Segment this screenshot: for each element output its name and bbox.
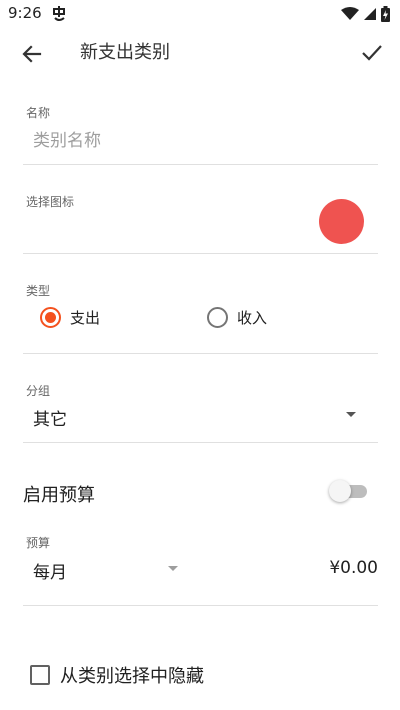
save-button[interactable] [358,39,386,67]
hide-from-selection-row[interactable]: 从类别选择中隐藏 [30,662,204,688]
group-label: 分组 [26,384,51,398]
status-icons [341,5,390,23]
divider [23,605,378,606]
status-time: 9:26 [8,4,42,22]
category-name-input[interactable] [33,128,363,154]
divider [23,164,378,165]
type-option-income[interactable]: 收入 [207,306,267,328]
type-label: 类型 [26,284,51,298]
hide-checkbox[interactable] [30,665,50,685]
radio-unchecked[interactable] [207,306,228,328]
check-icon [362,45,382,61]
budget-period-value: 每月 [33,563,67,583]
chevron-down-icon [168,566,178,571]
type-option-expense[interactable]: 支出 [40,306,100,328]
enable-budget-label: 启用预算 [23,485,95,506]
hide-label: 从类别选择中隐藏 [60,666,204,687]
app-bar: 新支出类别 [0,30,400,76]
cell-signal-icon [364,8,376,20]
back-button[interactable] [18,40,46,68]
wifi-icon [341,7,359,20]
radio-dot [45,311,56,323]
status-bar: 9:26 [0,0,400,30]
budget-label: 预算 [26,536,51,550]
divider [23,353,378,354]
budget-amount[interactable]: ¥0.00 [329,558,378,578]
divider [23,253,378,254]
group-value: 其它 [33,410,67,430]
switch-thumb [329,480,351,502]
divider [23,442,378,443]
page-title: 新支出类别 [80,42,170,63]
chevron-down-icon [346,412,356,417]
icon-label: 选择图标 [26,195,75,209]
arrow-back-icon [22,45,42,63]
chinese-char-notification-icon [53,6,65,21]
battery-charging-icon [381,6,390,22]
selected-icon-circle[interactable] [319,199,364,244]
type-option-label: 支出 [70,308,101,327]
type-option-label: 收入 [237,308,268,327]
name-label: 名称 [26,106,51,120]
enable-budget-switch[interactable] [329,480,369,502]
radio-checked[interactable] [40,306,61,328]
